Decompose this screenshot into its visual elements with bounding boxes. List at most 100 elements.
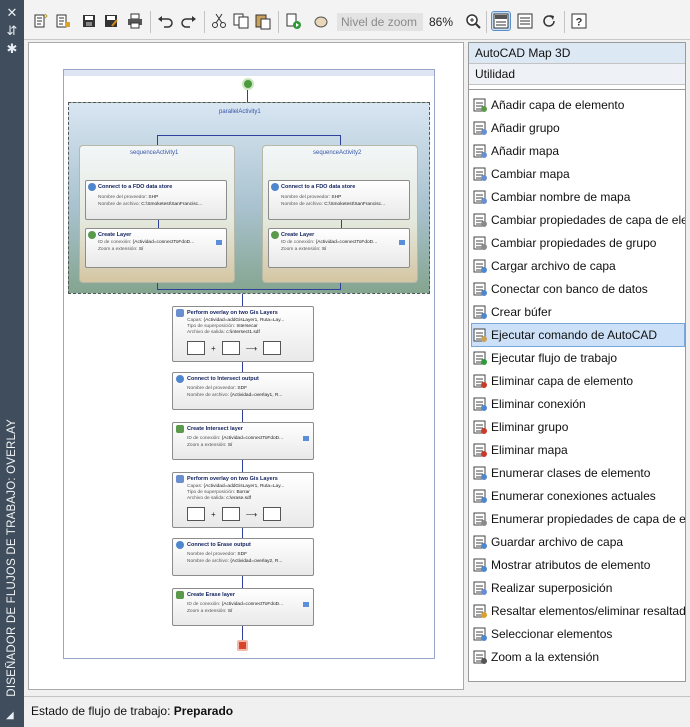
activity-connect-fdo[interactable]: Connect to a FDO data store Nombre del p… (268, 180, 410, 220)
panel-subheader[interactable]: Utilidad (469, 64, 685, 85)
activity-list-item[interactable]: Enumerar clases de elemento (472, 462, 684, 484)
activity-list-item[interactable]: Añadir capa de elemento (472, 94, 684, 116)
save-as-icon[interactable] (102, 12, 120, 30)
activity-create-erase-layer[interactable]: Create Erase layer ID de conexión: {Acti… (172, 588, 314, 626)
browse-button[interactable] (303, 436, 309, 441)
parallel-activity[interactable]: parallelActivity1 sequenceActivity1 Conn… (68, 102, 430, 294)
activity-icon (472, 373, 488, 389)
status-value: Preparado (173, 704, 234, 718)
activity-property: Capas: {Actividad=addGisLayer1, Ruta=Lay… (187, 318, 285, 323)
zoom-icon[interactable] (464, 12, 482, 30)
toggle-panel-icon[interactable] (491, 11, 511, 31)
zoom-level-field[interactable]: Nivel de zoom (337, 13, 423, 31)
browse-button[interactable] (216, 240, 222, 245)
layer-a-icon (187, 341, 205, 355)
activity-list-item[interactable]: Enumerar conexiones actuales (472, 485, 684, 507)
activity-list-item-label: Eliminar conexión (491, 397, 586, 411)
activity-list-item[interactable]: Cambiar propiedades de capa de ele (472, 209, 685, 231)
activity-property: Nombre del proveedor: SHP (98, 195, 159, 200)
resize-grip-icon[interactable]: ◢ (6, 710, 14, 721)
activity-list-item-label: Añadir grupo (491, 121, 560, 135)
new-from-template-icon[interactable] (54, 12, 72, 30)
activity-title: Connect to a FDO data store (281, 184, 356, 190)
paste-icon[interactable] (254, 12, 272, 30)
activity-list-item[interactable]: Eliminar mapa (472, 439, 684, 461)
activity-list-item[interactable]: Cambiar propiedades de grupo (472, 232, 684, 254)
undo-icon[interactable] (156, 12, 174, 30)
start-node-icon[interactable] (242, 78, 254, 90)
activity-list-item[interactable]: Realizar superposición (472, 577, 684, 599)
browse-button[interactable] (303, 602, 309, 607)
activity-create-intersect-layer[interactable]: Create Intersect layer ID de conexión: {… (172, 422, 314, 460)
activity-icon (472, 327, 488, 343)
activity-list-item[interactable]: Ejecutar flujo de trabajo (472, 347, 684, 369)
panel-header[interactable]: AutoCAD Map 3D (469, 43, 685, 64)
run-workflow-icon[interactable] (284, 12, 302, 30)
activity-list-item[interactable]: Zoom a la extensión (472, 646, 684, 668)
sequence-label: sequenceActivity2 (313, 150, 362, 156)
activity-list-item[interactable]: Cargar archivo de capa (472, 255, 684, 277)
activity-list-item-label: Cambiar propiedades de grupo (491, 236, 657, 250)
activity-list-item[interactable]: Añadir mapa (472, 140, 684, 162)
activity-list-item-label: Cambiar propiedades de capa de ele (491, 213, 685, 227)
connect-icon (176, 375, 184, 383)
layer-b-icon (221, 507, 240, 521)
sequence-activity-1[interactable]: sequenceActivity1 Connect to a FDO data … (79, 145, 235, 283)
activity-connect-intersect[interactable]: Connect to Intersect output Nombre del p… (172, 372, 314, 410)
sequence-label: sequenceActivity1 (130, 150, 179, 156)
end-node-icon[interactable] (237, 640, 248, 651)
activity-create-layer[interactable]: Create Layer ID de conexión: {Actividad=… (268, 228, 410, 268)
activity-list-item[interactable]: Eliminar grupo (472, 416, 684, 438)
activity-list-item-label: Ejecutar comando de AutoCAD (491, 328, 658, 342)
activity-overlay-erase[interactable]: Perform overlay on two Gis Layers Capas:… (172, 472, 314, 528)
activity-list-item[interactable]: Guardar archivo de capa (472, 531, 684, 553)
activity-icon (472, 304, 488, 320)
properties-icon[interactable] (516, 12, 534, 30)
activity-connect-fdo[interactable]: Connect to a FDO data store Nombre del p… (85, 180, 227, 220)
pan-hand-icon[interactable] (312, 12, 330, 30)
activity-list-item[interactable]: Conectar con banco de datos (472, 278, 684, 300)
overlay-icon (176, 475, 184, 483)
print-icon[interactable] (126, 12, 144, 30)
pin-icon[interactable]: ⇵ (5, 24, 19, 38)
activity-list-item[interactable]: Enumerar propiedades de capa de el (472, 508, 685, 530)
design-canvas[interactable]: parallelActivity1 sequenceActivity1 Conn… (28, 42, 464, 690)
zoom-percentage[interactable]: 86% (429, 13, 453, 31)
activity-list-item[interactable]: Eliminar capa de elemento (472, 370, 684, 392)
close-icon[interactable]: ✕ (5, 6, 19, 20)
activity-list-item[interactable]: Eliminar conexión (472, 393, 684, 415)
activity-connect-erase[interactable]: Connect to Erase output Nombre del prove… (172, 538, 314, 576)
sequence-activity-2[interactable]: sequenceActivity2 Connect to a FDO data … (262, 145, 418, 283)
cut-icon[interactable] (210, 12, 228, 30)
activity-list-item[interactable]: Ejecutar comando de AutoCAD (471, 323, 685, 347)
activity-list-item[interactable]: Añadir grupo (472, 117, 684, 139)
activity-icon (472, 603, 488, 619)
activity-property: Zoom a extensión: Sí (187, 443, 233, 448)
browse-button[interactable] (399, 240, 405, 245)
activity-list-item[interactable]: Resaltar elementos/eliminar resaltad (472, 600, 685, 622)
parallel-activity-label: parallelActivity1 (219, 109, 261, 115)
new-workflow-icon[interactable] (32, 12, 50, 30)
activity-list-item[interactable]: Mostrar atributos de elemento (472, 554, 684, 576)
activity-list-item-label: Zoom a la extensión (491, 650, 600, 664)
activity-list-item[interactable]: Crear búfer (472, 301, 684, 323)
activity-list-item[interactable]: Cambiar nombre de mapa (472, 186, 684, 208)
activity-list-item[interactable]: Seleccionar elementos (472, 623, 684, 645)
activity-overlay-intersect[interactable]: Perform overlay on two Gis Layers Capas:… (172, 306, 314, 362)
save-icon[interactable] (80, 12, 98, 30)
activity-list-item-label: Enumerar clases de elemento (491, 466, 651, 480)
activity-icon (472, 580, 488, 596)
activity-title: Perform overlay on two Gis Layers (187, 476, 278, 482)
activity-property: Zoom a extensión: Sí (98, 247, 144, 252)
settings-icon[interactable]: ✱ (5, 42, 19, 56)
activity-list-item[interactable]: Cambiar mapa (472, 163, 684, 185)
redo-icon[interactable] (180, 12, 198, 30)
help-icon[interactable]: ? (570, 12, 588, 30)
activity-icon (472, 166, 488, 182)
activity-list-item-label: Cambiar nombre de mapa (491, 190, 631, 204)
activity-create-layer[interactable]: Create Layer ID de conexión: {Actividad=… (85, 228, 227, 268)
connect-icon (88, 183, 96, 191)
copy-icon[interactable] (232, 12, 250, 30)
refresh-icon[interactable] (540, 12, 558, 30)
activity-title: Create Erase layer (187, 592, 236, 598)
